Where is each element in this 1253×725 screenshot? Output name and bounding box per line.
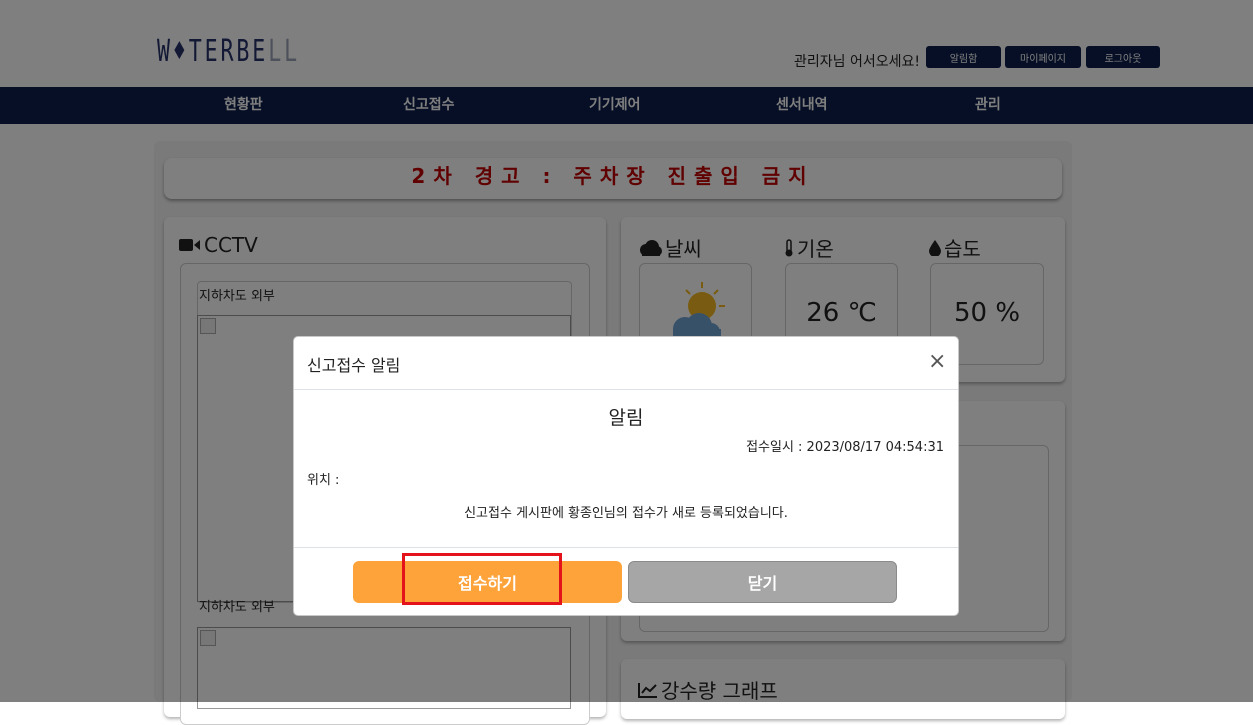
click-highlight-box bbox=[402, 553, 562, 605]
close-button[interactable]: 닫기 bbox=[628, 561, 897, 603]
close-icon[interactable]: × bbox=[928, 349, 946, 375]
location-label: 위치 : bbox=[307, 473, 340, 488]
modal-footer: 접수하기 닫기 bbox=[294, 547, 958, 616]
modal-title: 신고접수 알림 bbox=[307, 356, 401, 375]
modal-heading: 알림 bbox=[608, 407, 644, 429]
modal-header: 신고접수 알림 × bbox=[294, 337, 958, 390]
report-alert-modal: 신고접수 알림 × 알림 접수일시 : 2023/08/17 04:54:31 … bbox=[293, 336, 959, 616]
received-datetime: 접수일시 : 2023/08/17 04:54:31 bbox=[746, 440, 944, 455]
modal-message: 신고접수 게시판에 황종인님의 접수가 새로 등록되었습니다. bbox=[464, 506, 788, 521]
page: W♦TERBELL 관리자님 어서오세요! 알림함 마이페이지 로그아웃 현황판… bbox=[0, 0, 1253, 725]
